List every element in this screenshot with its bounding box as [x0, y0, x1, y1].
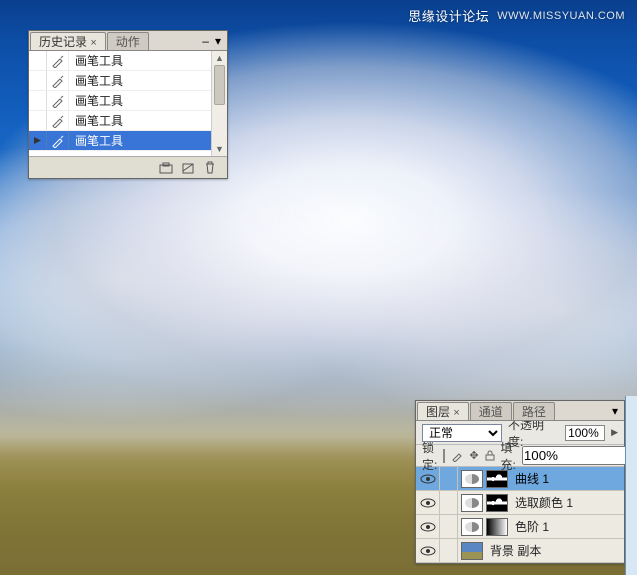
visibility-icon[interactable]	[416, 539, 440, 562]
history-tabs: 历史记录 × 动作 – ▾	[29, 31, 227, 51]
brush-icon	[47, 51, 69, 70]
brush-icon	[47, 111, 69, 130]
layer-name[interactable]: 曲线 1	[511, 470, 553, 487]
layer-thumbs	[458, 494, 511, 512]
mask-thumb-icon[interactable]	[486, 470, 508, 488]
scroll-thumb[interactable]	[214, 65, 225, 105]
layer-name[interactable]: 选取颜色 1	[511, 494, 577, 511]
visibility-icon[interactable]	[416, 467, 440, 490]
trash-icon[interactable]	[203, 161, 217, 175]
panel-menu-icon[interactable]: ▾	[215, 34, 221, 48]
opacity-input[interactable]	[565, 425, 605, 441]
history-row[interactable]: 画笔工具	[29, 131, 227, 151]
history-label: 画笔工具	[69, 112, 227, 129]
history-label: 画笔工具	[69, 52, 227, 69]
history-checkbox[interactable]	[29, 111, 47, 130]
lock-move-icon[interactable]: ✥	[469, 449, 478, 463]
adjustment-thumb-icon[interactable]	[461, 470, 483, 488]
layer-row[interactable]: 色阶 1	[416, 515, 624, 539]
history-label: 画笔工具	[69, 132, 227, 149]
scroll-down-icon[interactable]: ▼	[212, 142, 227, 156]
tab-actions[interactable]: 动作	[107, 32, 149, 50]
blend-row: 正常 不透明度: ▶	[416, 421, 624, 445]
history-checkbox[interactable]	[29, 131, 47, 150]
brush-icon	[47, 91, 69, 110]
image-thumb-icon[interactable]	[461, 542, 483, 560]
brush-icon	[47, 131, 69, 150]
lock-brush-icon[interactable]	[451, 449, 463, 463]
tab-history[interactable]: 历史记录 ×	[30, 32, 106, 50]
layer-row[interactable]: 选取颜色 1	[416, 491, 624, 515]
tab-channels[interactable]: 通道	[470, 402, 512, 420]
lock-transparency-icon[interactable]	[443, 449, 445, 463]
history-checkbox[interactable]	[29, 51, 47, 70]
chevron-right-icon[interactable]: ▶	[611, 427, 618, 438]
mask-thumb-icon[interactable]	[486, 518, 508, 536]
history-row[interactable]: 画笔工具	[29, 71, 227, 91]
watermark: 思缘设计论坛 WWW.MISSYUAN.COM	[408, 6, 625, 25]
history-checkbox[interactable]	[29, 71, 47, 90]
visibility-icon[interactable]	[416, 491, 440, 514]
lock-all-icon[interactable]	[485, 449, 495, 463]
collapsed-sidebar[interactable]	[625, 396, 637, 575]
tab-layers[interactable]: 图层 ×	[417, 402, 469, 420]
link-cell[interactable]	[440, 467, 458, 490]
adjustment-thumb-icon[interactable]	[461, 494, 483, 512]
history-row[interactable]: 画笔工具	[29, 51, 227, 71]
scroll-up-icon[interactable]: ▲	[212, 51, 227, 65]
history-panel[interactable]: 历史记录 × 动作 – ▾ 画笔工具 画笔工具 画笔工具 画笔工具	[28, 30, 228, 179]
fill-input[interactable]	[522, 446, 637, 465]
history-checkbox[interactable]	[29, 91, 47, 110]
history-footer	[29, 156, 227, 178]
link-cell[interactable]	[440, 539, 458, 562]
brush-icon	[47, 71, 69, 90]
history-list: 画笔工具 画笔工具 画笔工具 画笔工具 画笔工具 ▲ ▼	[29, 51, 227, 156]
snapshot-from-state-icon[interactable]	[159, 161, 173, 175]
history-label: 画笔工具	[69, 72, 227, 89]
mask-thumb-icon[interactable]	[486, 494, 508, 512]
fill-label: 填充:	[501, 439, 516, 473]
layer-list: 曲线 1 选取颜色 1 色阶 1 背景 副本	[416, 467, 624, 563]
layer-row[interactable]: 背景 副本	[416, 539, 624, 563]
layers-panel[interactable]: 图层 × 通道 路径 ▾ 正常 不透明度: ▶ 锁定: ✥ 填充: ▶ 曲线 1	[415, 400, 625, 564]
layer-row[interactable]: 曲线 1	[416, 467, 624, 491]
layers-tabs: 图层 × 通道 路径 ▾	[416, 401, 624, 421]
minimize-icon[interactable]: –	[202, 34, 209, 48]
history-row[interactable]: 画笔工具	[29, 111, 227, 131]
layer-thumbs	[458, 470, 511, 488]
link-cell[interactable]	[440, 491, 458, 514]
visibility-icon[interactable]	[416, 515, 440, 538]
watermark-url: WWW.MISSYUAN.COM	[497, 10, 625, 22]
history-row[interactable]: 画笔工具	[29, 91, 227, 111]
adjustment-thumb-icon[interactable]	[461, 518, 483, 536]
layer-thumbs	[458, 518, 511, 536]
new-snapshot-icon[interactable]	[181, 161, 195, 175]
tab-paths[interactable]: 路径	[513, 402, 555, 420]
panel-menu-icon[interactable]: ▾	[612, 404, 618, 418]
layer-thumbs	[458, 542, 486, 560]
close-icon[interactable]: ×	[453, 407, 459, 419]
scrollbar[interactable]: ▲ ▼	[211, 51, 227, 156]
close-icon[interactable]: ×	[90, 37, 96, 49]
history-label: 画笔工具	[69, 92, 227, 109]
layer-name[interactable]: 色阶 1	[511, 518, 553, 535]
link-cell[interactable]	[440, 515, 458, 538]
layer-name[interactable]: 背景 副本	[486, 542, 545, 559]
watermark-text: 思缘设计论坛	[408, 6, 489, 25]
